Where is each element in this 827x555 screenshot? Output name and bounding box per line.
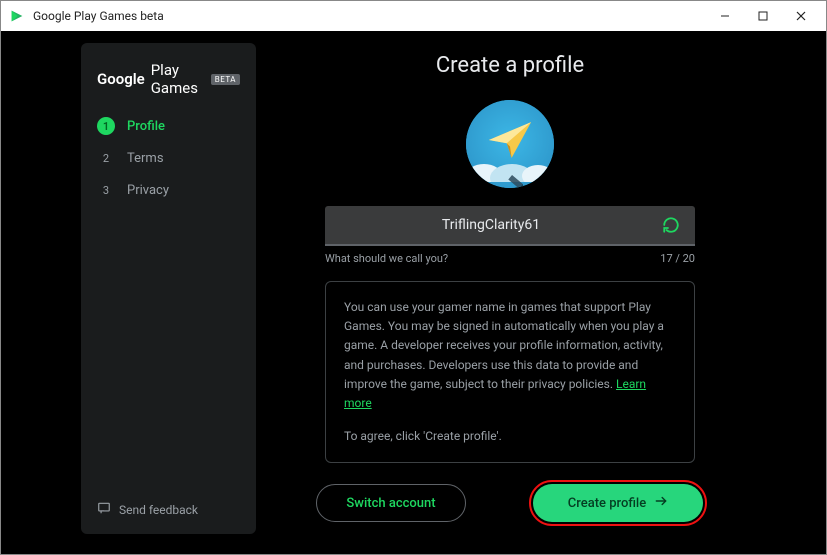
step-number: 1 (97, 117, 115, 135)
helper-text: What should we call you? (325, 252, 448, 265)
step-profile[interactable]: 1 Profile (97, 117, 240, 135)
step-label: Terms (127, 151, 164, 166)
app-window: Google Play Games beta Google Play Games… (0, 0, 827, 555)
beta-badge: BETA (211, 74, 240, 85)
step-label: Profile (127, 119, 165, 134)
gamer-name-input[interactable] (325, 217, 657, 233)
feedback-icon (97, 501, 111, 518)
window-title: Google Play Games beta (33, 9, 706, 23)
char-counter: 17 / 20 (660, 252, 695, 265)
send-feedback-link[interactable]: Send feedback (97, 501, 240, 518)
action-row: Switch account Create profile (310, 483, 710, 523)
step-terms[interactable]: 2 Terms (97, 149, 240, 167)
create-profile-label: Create profile (568, 496, 646, 511)
brand: Google Play Games BETA (97, 61, 240, 97)
gamer-name-row (325, 206, 695, 246)
close-button[interactable] (782, 2, 820, 30)
avatar[interactable] (466, 100, 554, 188)
titlebar: Google Play Games beta (1, 1, 826, 31)
main-panel: Create a profile (274, 43, 746, 534)
content-area: Google Play Games BETA 1 Profile 2 Terms… (1, 31, 826, 554)
step-list: 1 Profile 2 Terms 3 Privacy (97, 117, 240, 199)
switch-account-button[interactable]: Switch account (316, 484, 466, 522)
info-box: You can use your gamer name in games tha… (325, 281, 695, 463)
refresh-name-button[interactable] (657, 211, 685, 239)
step-number: 3 (97, 181, 115, 199)
maximize-button[interactable] (744, 2, 782, 30)
feedback-label: Send feedback (119, 503, 198, 517)
create-profile-highlight: Create profile (532, 483, 704, 523)
sidebar: Google Play Games BETA 1 Profile 2 Terms… (81, 43, 256, 534)
minimize-button[interactable] (706, 2, 744, 30)
step-number: 2 (97, 149, 115, 167)
helper-row: What should we call you? 17 / 20 (325, 252, 695, 265)
step-privacy[interactable]: 3 Privacy (97, 181, 240, 199)
refresh-icon (662, 216, 680, 234)
agree-text: To agree, click 'Create profile'. (344, 427, 676, 446)
switch-account-label: Switch account (346, 496, 435, 511)
brand-google: Google (97, 70, 145, 88)
create-profile-button[interactable]: Create profile (533, 484, 703, 522)
step-label: Privacy (127, 183, 169, 198)
page-title: Create a profile (436, 53, 584, 78)
play-games-logo-icon (9, 8, 25, 24)
brand-play-games: Play Games (151, 61, 205, 97)
arrow-right-icon (654, 494, 668, 512)
